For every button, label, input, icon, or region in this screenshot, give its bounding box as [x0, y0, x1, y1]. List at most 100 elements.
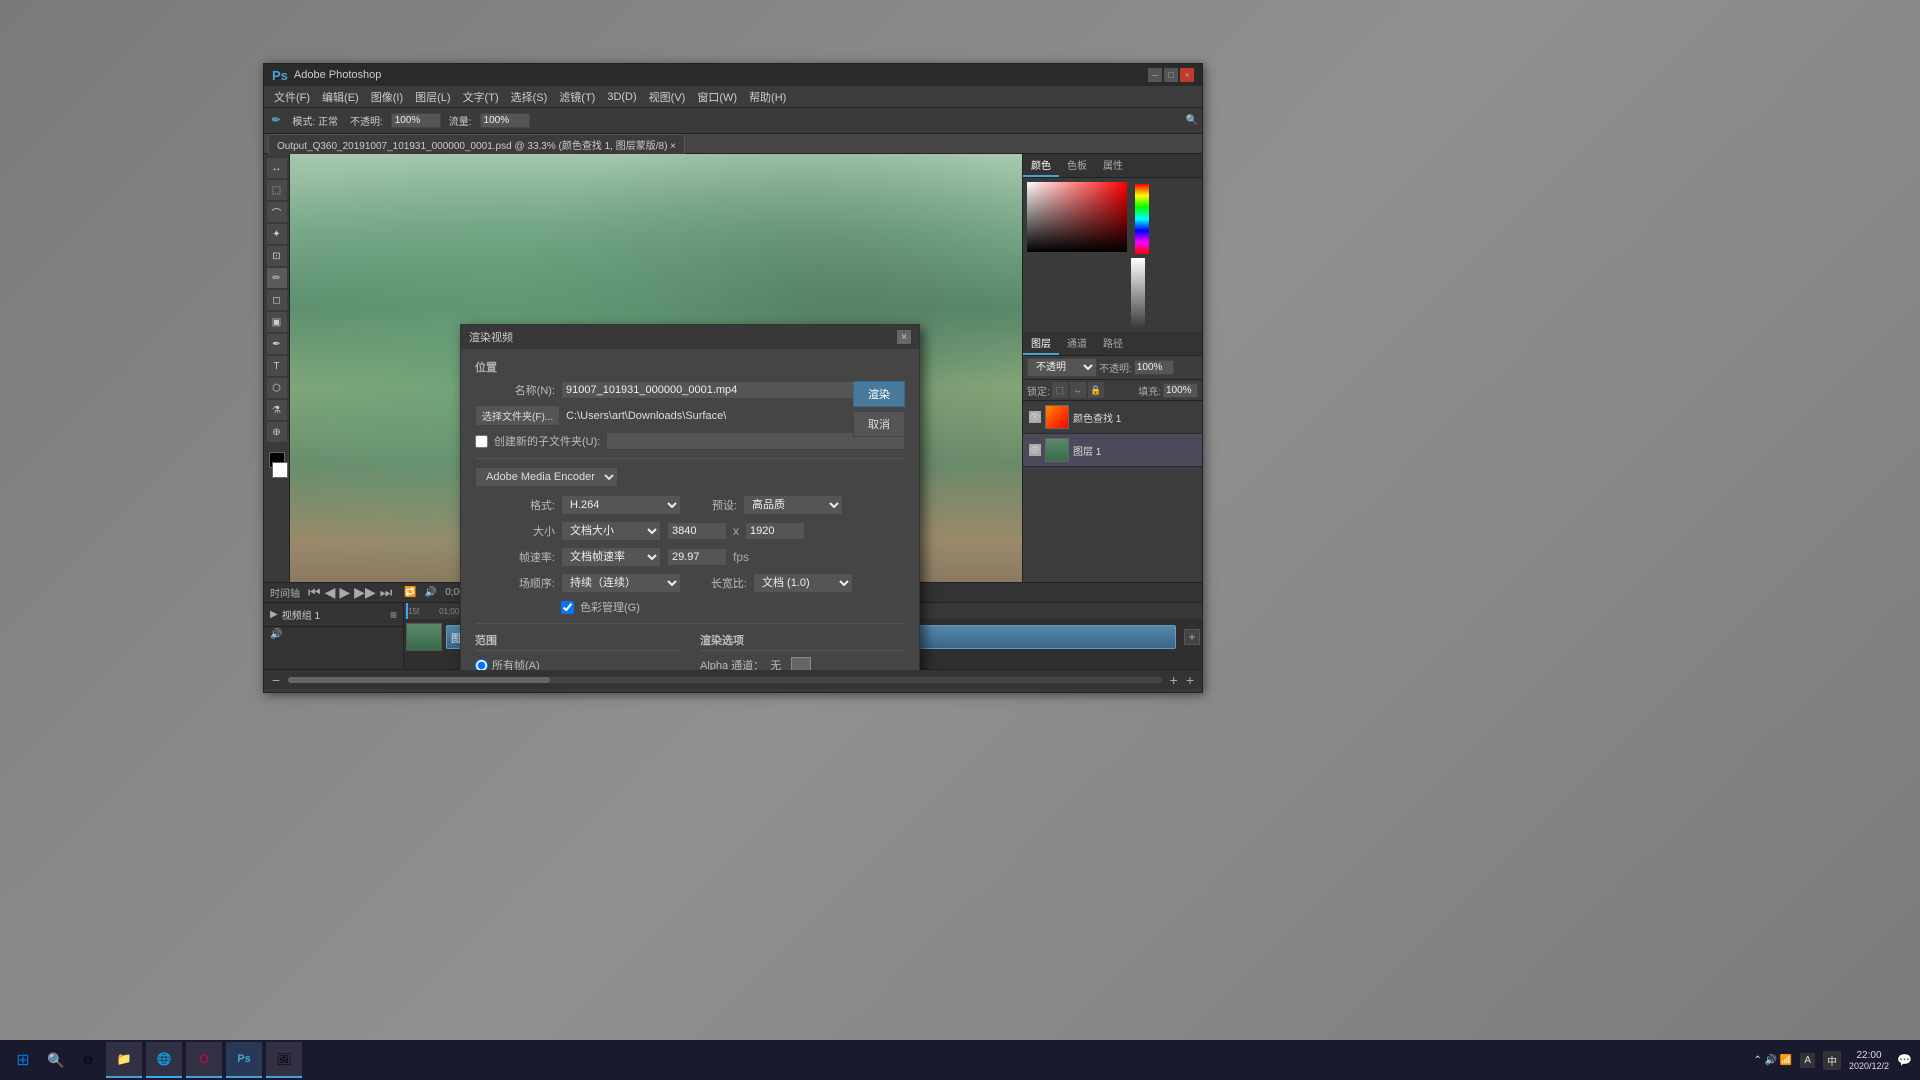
track-options-icon[interactable]: ≡ [390, 608, 397, 622]
hue-bar[interactable] [1135, 184, 1149, 254]
subfolder-checkbox[interactable] [475, 435, 488, 448]
eyedropper-tool[interactable]: ⚗ [267, 400, 287, 420]
alpha-preview [791, 657, 811, 670]
goto-start-btn[interactable]: ⏮ [308, 584, 321, 601]
start-button[interactable]: ⊞ [8, 1045, 38, 1075]
blend-mode-select[interactable]: 不透明 [1027, 358, 1097, 377]
fps-mode-select[interactable]: 文档帧速率 [561, 547, 661, 567]
layer-item-1[interactable]: 👁 图层 1 [1023, 434, 1202, 467]
menu-view[interactable]: 视图(V) [643, 87, 692, 107]
clock[interactable]: 22:00 2020/12/2 [1849, 1050, 1889, 1071]
menu-window[interactable]: 窗口(W) [691, 87, 743, 107]
playhead[interactable] [406, 603, 408, 619]
edge-app[interactable]: 🌐 [146, 1042, 182, 1078]
menu-layer[interactable]: 图层(L) [409, 87, 456, 107]
timeline-zoom-in[interactable]: + [1170, 672, 1178, 688]
search-icon[interactable]: 🔍 [1186, 115, 1198, 126]
office-app[interactable]: O [186, 1042, 222, 1078]
size-mode-select[interactable]: 文档大小 [561, 521, 661, 541]
layer-visibility-0[interactable]: 👁 [1029, 411, 1041, 423]
audio-icon[interactable]: 🔊 [425, 587, 437, 598]
prev-frame-btn[interactable]: ◀ [325, 584, 336, 601]
document-tab[interactable]: Output_Q360_20191007_101931_000000_0001.… [268, 134, 685, 154]
menu-edit[interactable]: 编辑(E) [316, 87, 365, 107]
format-select[interactable]: H.264 [561, 495, 681, 515]
expand-track-icon[interactable]: ▶ [270, 609, 278, 620]
lock-pixels-icon[interactable]: ⬚ [1052, 382, 1068, 398]
play-btn[interactable]: ▶ [339, 584, 350, 601]
menu-select[interactable]: 选择(S) [505, 87, 554, 107]
lasso-tool[interactable]: ⌒ [267, 202, 287, 222]
close-button[interactable]: × [1180, 68, 1194, 82]
layer-opacity-input[interactable] [1134, 360, 1174, 375]
gradient-tool[interactable]: ▣ [267, 312, 287, 332]
lock-move-icon[interactable]: ↔ [1070, 382, 1086, 398]
dialog-close-button[interactable]: × [897, 330, 911, 344]
search-button[interactable]: 🔍 [42, 1046, 70, 1074]
tab-layers[interactable]: 图层 [1023, 332, 1059, 355]
color-mgmt-checkbox[interactable] [561, 601, 574, 614]
fps-input[interactable] [667, 548, 727, 566]
fill-input[interactable] [1163, 383, 1198, 398]
cancel-button[interactable]: 取消 [853, 411, 905, 437]
all-frames-radio[interactable] [475, 659, 488, 671]
lock-all-icon[interactable]: 🔒 [1088, 382, 1104, 398]
menu-file[interactable]: 文件(F) [268, 87, 316, 107]
photos-app[interactable]: 🖼 [266, 1042, 302, 1078]
dialog-titlebar: 渲染视频 × [461, 325, 919, 349]
add-media-button[interactable]: + [1186, 672, 1194, 688]
color-panel-tabs: 颜色 色板 属性 [1023, 154, 1202, 178]
minimize-button[interactable]: ─ [1148, 68, 1162, 82]
ime-indicator[interactable]: A [1800, 1053, 1815, 1068]
opacity-input[interactable] [391, 113, 441, 128]
timeline-zoom-out[interactable]: − [272, 672, 280, 688]
explorer-app[interactable]: 📁 [106, 1042, 142, 1078]
mute-icon[interactable]: 🔊 [270, 629, 282, 640]
menu-filter[interactable]: 滤镜(T) [553, 87, 601, 107]
notification-icon[interactable]: 💬 [1897, 1053, 1912, 1067]
flow-input[interactable] [480, 113, 530, 128]
photoshop-app[interactable]: Ps [226, 1042, 262, 1078]
width-input[interactable] [667, 522, 727, 540]
goto-end-btn[interactable]: ⏭ [380, 584, 393, 601]
pen-tool[interactable]: ✒ [267, 334, 287, 354]
layer-visibility-1[interactable]: 👁 [1029, 444, 1041, 456]
tab-properties[interactable]: 属性 [1095, 154, 1131, 177]
alpha-bar[interactable] [1131, 258, 1145, 328]
layer-item-0[interactable]: 👁 颜色查找 1 [1023, 401, 1202, 434]
menu-help[interactable]: 帮助(H) [743, 87, 792, 107]
tab-channels[interactable]: 通道 [1059, 332, 1095, 355]
render-button[interactable]: 渲染 [853, 381, 905, 407]
tab-paths[interactable]: 路径 [1095, 332, 1131, 355]
crop-tool[interactable]: ⊡ [267, 246, 287, 266]
brush-tool[interactable]: ✏ [267, 268, 287, 288]
task-view-button[interactable]: ⧉ [74, 1046, 102, 1074]
maximize-button[interactable]: □ [1164, 68, 1178, 82]
eraser-tool[interactable]: ◻ [267, 290, 287, 310]
menu-image[interactable]: 图像(I) [365, 87, 409, 107]
move-tool[interactable]: ↔ [267, 158, 287, 178]
select-folder-button[interactable]: 选择文件夹(F)... [475, 405, 560, 426]
aspect-select[interactable]: 文档 (1.0) [753, 573, 853, 593]
shape-tool[interactable]: ⬡ [267, 378, 287, 398]
menubar: 文件(F) 编辑(E) 图像(I) 图层(L) 文字(T) 选择(S) 滤镜(T… [264, 86, 1202, 108]
type-tool[interactable]: T [267, 356, 287, 376]
encoder-select[interactable]: Adobe Media Encoder [475, 467, 618, 487]
preset-select[interactable]: 高品质 [743, 495, 843, 515]
loop-icon[interactable]: 🔁 [404, 587, 416, 598]
menu-type[interactable]: 文字(T) [457, 87, 505, 107]
height-input[interactable] [745, 522, 805, 540]
menu-3d[interactable]: 3D(D) [601, 89, 642, 105]
tab-color[interactable]: 颜色 [1023, 154, 1059, 177]
timeline-scrollbar[interactable] [288, 677, 1161, 683]
lang-indicator[interactable]: 中 [1823, 1051, 1841, 1070]
zoom-tool[interactable]: ⊕ [267, 422, 287, 442]
magic-wand-tool[interactable]: ✦ [267, 224, 287, 244]
selection-tool[interactable]: ⬚ [267, 180, 287, 200]
tab-swatches[interactable]: 色板 [1059, 154, 1095, 177]
next-frame-btn[interactable]: ▶▶ [354, 584, 376, 601]
field-order-select[interactable]: 持续（连续） [561, 573, 681, 593]
bg-color-swatch[interactable] [272, 462, 288, 478]
color-gradient-box[interactable] [1027, 182, 1127, 252]
add-track-button[interactable]: + [1184, 629, 1200, 645]
